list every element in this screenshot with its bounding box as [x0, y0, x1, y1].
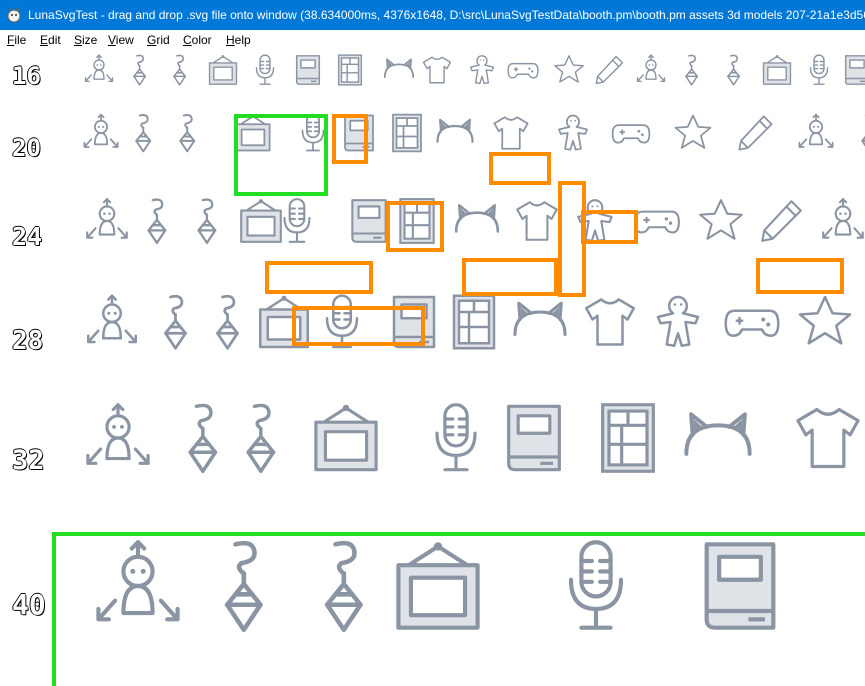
menu-file[interactable]: File	[7, 33, 26, 47]
row-label-24: 24	[11, 222, 43, 252]
game-controller-icon	[507, 62, 539, 79]
menu-grid[interactable]: Grid	[147, 33, 170, 47]
character-icon	[87, 294, 137, 344]
t-shirt-icon	[516, 201, 558, 241]
microphone-icon	[435, 403, 477, 472]
character-icon	[96, 540, 180, 622]
drawers-icon	[601, 403, 655, 473]
earring-icon	[324, 540, 363, 633]
pencil-icon	[738, 115, 773, 151]
row-label-32: 32	[12, 445, 46, 477]
drawers-icon	[392, 113, 422, 153]
gingerbread-man-icon	[656, 295, 700, 347]
orange-highlight-box	[265, 261, 373, 294]
orange-highlight-box	[489, 152, 551, 185]
character-icon	[86, 198, 128, 239]
drawers-icon	[337, 54, 363, 86]
t-shirt-icon	[796, 407, 860, 469]
pencil-icon	[595, 55, 624, 85]
microphone-icon	[283, 198, 311, 243]
character-icon	[86, 403, 150, 465]
window-title: LunaSvgTest - drag and drop .svg file on…	[28, 8, 865, 22]
app-icon	[7, 7, 21, 23]
cat-ears-icon	[383, 58, 415, 78]
picture-frame-icon	[396, 542, 480, 630]
microphone-icon	[255, 54, 275, 85]
microphone-icon	[568, 540, 624, 630]
microphone-icon	[301, 113, 325, 152]
menu-bar: File Edit Size View Grid Color Help	[0, 30, 865, 50]
earring-icon	[727, 54, 741, 86]
star-icon	[674, 114, 712, 149]
earring-icon	[164, 294, 187, 350]
character-icon	[636, 54, 666, 83]
book-icon	[344, 114, 374, 152]
picture-frame-icon	[314, 404, 378, 472]
menu-color[interactable]: Color	[183, 33, 212, 47]
star-icon	[699, 199, 743, 240]
earring-icon	[861, 114, 865, 147]
book-icon	[844, 55, 865, 85]
earring-icon	[133, 54, 147, 86]
earring-icon	[135, 114, 152, 153]
picture-frame-icon	[235, 114, 271, 152]
book-icon	[392, 295, 436, 349]
book-icon	[507, 404, 561, 472]
row-label-20: 20	[12, 134, 42, 163]
menu-view[interactable]: View	[108, 33, 134, 47]
title-bar[interactable]: LunaSvgTest - drag and drop .svg file on…	[0, 0, 865, 30]
picture-frame-icon	[259, 295, 309, 349]
gingerbread-man-icon	[577, 199, 613, 242]
earring-icon	[197, 198, 217, 245]
character-icon	[84, 54, 114, 83]
book-icon	[295, 55, 321, 85]
icon-grid-canvas[interactable]: 16 20 24 28 32 40	[0, 50, 865, 686]
earring-icon	[246, 403, 276, 473]
row-label-40: 40	[12, 588, 47, 622]
star-icon	[798, 295, 852, 345]
cat-ears-icon	[436, 118, 474, 143]
character-icon	[83, 113, 119, 148]
menu-help[interactable]: Help	[226, 33, 251, 47]
game-controller-icon	[724, 309, 780, 337]
character-icon	[822, 198, 864, 239]
picture-frame-icon	[208, 55, 238, 85]
microphone-icon	[809, 54, 829, 85]
game-controller-icon	[634, 210, 680, 234]
drawers-icon	[399, 198, 435, 244]
character-icon	[798, 113, 834, 148]
t-shirt-icon	[493, 116, 529, 150]
cat-ears-icon	[454, 204, 500, 233]
book-icon	[351, 199, 387, 243]
orange-highlight-box	[756, 258, 844, 294]
gingerbread-man-icon	[558, 114, 588, 151]
row-label-16: 16	[12, 62, 42, 91]
game-controller-icon	[611, 124, 651, 144]
cat-ears-icon	[684, 412, 752, 456]
earring-icon	[216, 294, 239, 350]
earring-icon	[179, 114, 196, 153]
picture-frame-icon	[762, 55, 792, 85]
book-icon	[704, 542, 776, 630]
star-icon	[554, 55, 584, 83]
microphone-icon	[325, 294, 359, 349]
earring-icon	[685, 54, 699, 86]
orange-highlight-box	[462, 258, 558, 296]
earring-icon	[173, 54, 187, 86]
cat-ears-icon	[513, 301, 567, 337]
drawers-icon	[452, 294, 496, 350]
earring-icon	[147, 198, 167, 245]
menu-edit[interactable]: Edit	[40, 33, 61, 47]
t-shirt-icon	[585, 298, 635, 346]
row-label-28: 28	[11, 326, 44, 357]
t-shirt-icon	[422, 56, 452, 84]
menu-size[interactable]: Size	[74, 33, 97, 47]
earring-icon	[224, 540, 263, 633]
gingerbread-man-icon	[469, 55, 495, 85]
pencil-icon	[761, 200, 802, 242]
